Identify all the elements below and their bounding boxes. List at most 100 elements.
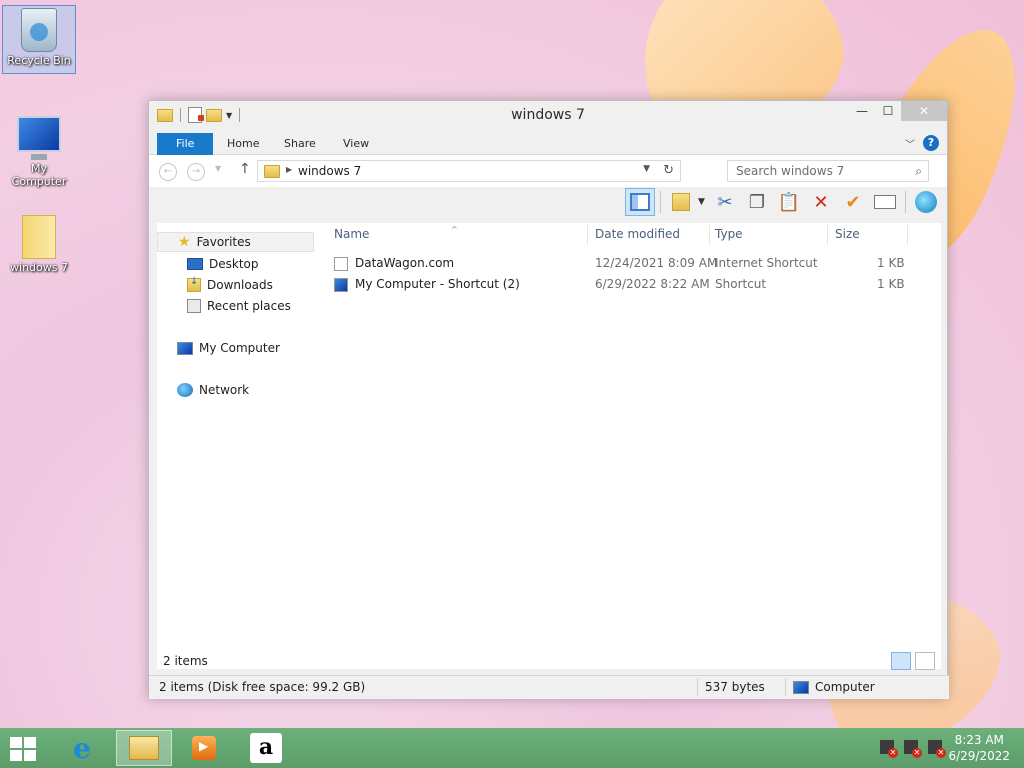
sidebar-item-label: My Computer	[199, 341, 280, 355]
desktop-icon	[187, 258, 203, 270]
windows-logo-icon	[24, 750, 36, 761]
delete-x-icon: ✕	[813, 191, 829, 213]
sidebar-item-favorites[interactable]: ★ Favorites	[157, 232, 314, 252]
item-count: 2 items	[163, 654, 208, 668]
sidebar-item-label: Recent places	[207, 299, 291, 313]
close-button[interactable]: ✕	[901, 101, 947, 121]
internet-shortcut-icon	[334, 257, 348, 271]
windows-logo-icon	[10, 750, 22, 761]
sidebar-item-network[interactable]: Network	[177, 380, 249, 400]
taskbar-media-player[interactable]	[176, 730, 232, 766]
search-icon[interactable]: ⌕	[915, 164, 922, 179]
ribbon-tabs: File Home Share View ﹀ ?	[149, 131, 947, 155]
clock-time: 8:23 AM	[954, 733, 1004, 747]
folder-icon	[17, 215, 61, 259]
table-row[interactable]: My Computer - Shortcut (2) 6/29/2022 8:2…	[327, 275, 941, 295]
desktop-icon-label: windows 7	[10, 261, 68, 274]
help-icon[interactable]: ?	[923, 135, 939, 151]
sidebar-item-label: Favorites	[196, 235, 251, 249]
breadcrumb-arrow-icon[interactable]: ▶	[286, 165, 292, 174]
separator	[785, 678, 786, 696]
file-name: My Computer - Shortcut (2)	[355, 277, 520, 291]
column-divider[interactable]	[587, 225, 588, 245]
start-button[interactable]	[10, 737, 38, 761]
search-input[interactable]: Search windows 7 ⌕	[727, 160, 929, 182]
recent-places-icon	[187, 299, 201, 313]
windows-logo-icon	[24, 737, 36, 748]
status-location: Computer	[793, 680, 875, 694]
up-button[interactable]: ↑	[239, 161, 251, 177]
clock-date: 6/29/2022	[948, 749, 1010, 763]
shell-button[interactable]	[911, 188, 941, 216]
sidebar-item-my-computer[interactable]: My Computer	[177, 338, 280, 358]
tab-file[interactable]: File	[157, 133, 214, 155]
windows-logo-icon	[10, 737, 22, 748]
column-header-date[interactable]: Date modified	[595, 227, 680, 241]
paste-button[interactable]: 📋	[774, 188, 804, 216]
desktop-icon-recycle-bin[interactable]: Recycle Bin	[2, 5, 76, 74]
maximize-button[interactable]: ☐	[875, 101, 901, 121]
taskbar: e a 8:23 AM 6/29/2022	[0, 728, 1024, 768]
system-tray	[880, 740, 946, 758]
file-type: Shortcut	[715, 277, 767, 291]
preview-pane-button[interactable]	[625, 188, 655, 216]
tab-view[interactable]: View	[329, 133, 383, 155]
network-status-icon[interactable]	[904, 740, 922, 758]
forward-button[interactable]: →	[187, 163, 205, 181]
select-button[interactable]: ✔	[838, 188, 868, 216]
address-bar[interactable]: ▶ windows 7 ▼ ↻	[257, 160, 681, 182]
column-divider[interactable]	[907, 225, 908, 245]
star-icon: ★	[178, 234, 191, 250]
recycle-bin-icon	[17, 8, 61, 52]
file-name: DataWagon.com	[355, 256, 455, 270]
scissors-icon: ✂	[717, 191, 733, 213]
details-view-button[interactable]	[891, 652, 911, 670]
file-size: 1 KB	[877, 256, 905, 270]
taskbar-amazon[interactable]: a	[238, 730, 294, 766]
sidebar-item-recent-places[interactable]: Recent places	[187, 296, 291, 316]
sidebar-item-downloads[interactable]: Downloads	[187, 275, 273, 295]
address-dropdown-icon[interactable]: ▼	[643, 164, 650, 174]
taskbar-file-explorer[interactable]	[116, 730, 172, 766]
file-date: 6/29/2022 8:22 AM	[595, 277, 710, 291]
computer-icon	[793, 680, 809, 694]
sidebar-item-desktop[interactable]: Desktop	[187, 254, 259, 274]
action-center-icon[interactable]	[928, 740, 946, 758]
rename-button[interactable]	[870, 188, 900, 216]
expand-ribbon-icon[interactable]: ﹀	[905, 136, 915, 151]
copy-button[interactable]: ❐	[742, 188, 772, 216]
media-player-icon	[192, 736, 216, 760]
folder-options-button[interactable]	[666, 188, 696, 216]
recent-locations-dropdown-icon[interactable]: ▼	[215, 164, 221, 173]
folder-icon	[264, 165, 280, 178]
back-button[interactable]: ←	[159, 163, 177, 181]
window-title: windows 7	[511, 107, 585, 123]
pane-icon	[630, 193, 650, 211]
sidebar-item-label: Desktop	[209, 257, 259, 271]
table-row[interactable]: DataWagon.com 12/24/2021 8:09 AM Interne…	[327, 254, 941, 274]
options-dropdown-icon[interactable]: ▼	[698, 197, 708, 207]
cut-button[interactable]: ✂	[710, 188, 740, 216]
computer-icon	[17, 116, 61, 160]
column-divider[interactable]	[827, 225, 828, 245]
desktop-icon-my-computer[interactable]: My Computer	[2, 112, 76, 188]
desktop-icon-windows-7[interactable]: windows 7	[2, 213, 76, 274]
clock[interactable]: 8:23 AM 6/29/2022	[948, 732, 1010, 764]
tab-share[interactable]: Share	[270, 133, 330, 155]
column-header-type[interactable]: Type	[715, 227, 743, 241]
delete-button[interactable]: ✕	[806, 188, 836, 216]
large-icons-view-button[interactable]	[915, 652, 935, 670]
breadcrumb[interactable]: windows 7	[298, 164, 361, 178]
explorer-window: ▼ windows 7 — ☐ ✕ File Home Share View ﹀…	[148, 100, 949, 699]
column-divider[interactable]	[709, 225, 710, 245]
minimize-button[interactable]: —	[849, 101, 875, 121]
folder-check-icon	[672, 193, 690, 211]
tab-home[interactable]: Home	[213, 133, 273, 155]
refresh-icon[interactable]: ↻	[663, 163, 674, 178]
computer-icon	[177, 341, 193, 355]
volume-muted-icon[interactable]	[880, 740, 898, 758]
sidebar-item-label: Downloads	[207, 278, 273, 292]
desktop-icon-label: Recycle Bin	[7, 54, 71, 67]
column-header-size[interactable]: Size	[835, 227, 860, 241]
taskbar-internet-explorer[interactable]: e	[54, 730, 110, 766]
